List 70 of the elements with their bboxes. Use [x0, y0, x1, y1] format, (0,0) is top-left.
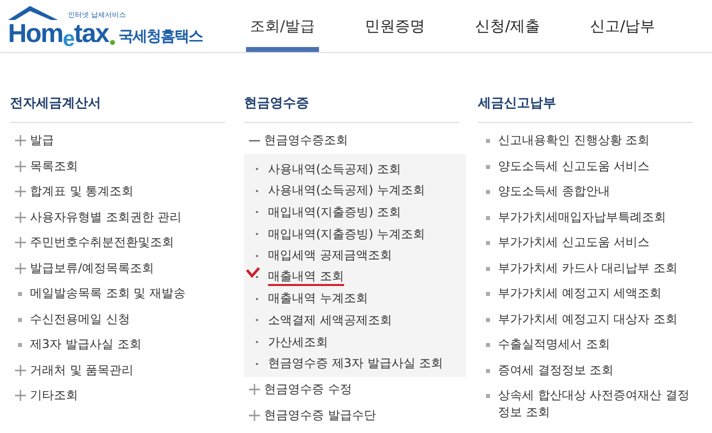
menu-link[interactable]: 현금영수증 발급수단 — [264, 406, 376, 424]
plus-icon — [14, 262, 26, 274]
menu-link[interactable]: 목록조회 — [30, 158, 78, 174]
menu-link[interactable]: 메일발송목록 조회 및 재발송 — [30, 285, 186, 302]
menu-link[interactable]: 부가가치세 예정고지 세액조회 — [498, 285, 662, 302]
menu-link[interactable]: 증여세 결정정보 조회 — [498, 362, 614, 378]
bullet-icon — [486, 318, 490, 322]
bullet-icon — [486, 216, 490, 220]
column-heading: 현금영수증 — [244, 95, 309, 113]
submenu-link[interactable]: 사용내역(소득공제) 조회 — [268, 160, 402, 178]
submenu-link[interactable]: 매입내역(지출증빙) 누계조회 — [268, 226, 426, 243]
plus-icon — [14, 160, 26, 172]
bullet-icon — [486, 139, 490, 143]
bullet-icon — [18, 292, 22, 296]
menu-link[interactable]: 사용자유형별 조회권한 관리 — [30, 208, 182, 226]
menu-link[interactable]: 발급 — [30, 132, 54, 149]
logo-name: 국세청홈택스 — [118, 27, 203, 46]
submenu-link[interactable]: 가산세조회 — [268, 334, 328, 351]
column-heading: 전자세금계산서 — [10, 95, 101, 113]
bullet-icon — [18, 318, 22, 322]
plus-icon — [248, 384, 260, 396]
menu-link[interactable]: 부가가치세매입자납부특례조회 — [498, 208, 666, 226]
submenu-link[interactable]: 매출내역 누계조회 — [268, 290, 368, 308]
plus-icon — [14, 186, 26, 197]
bullet-icon — [18, 343, 22, 347]
nav-tab[interactable]: 민원증명 — [361, 0, 430, 52]
bullet-icon — [486, 164, 490, 168]
menu-link[interactable]: 부가가치세 카드사 대리납부 조회 — [498, 260, 678, 276]
submenu-link[interactable]: 소액결제 세액공제조회 — [268, 312, 392, 329]
submenu-link[interactable]: 현금영수증 제3자 발급사실 조회 — [268, 355, 444, 372]
menu-link[interactable]: 양도소득세 종합안내 — [498, 183, 610, 200]
plus-icon — [14, 364, 26, 376]
plus-icon — [14, 237, 26, 248]
nav-tab[interactable]: 조회/발급 — [246, 0, 320, 52]
plus-icon — [14, 212, 26, 222]
menu-link[interactable]: 발급보류/예정목록조회 — [30, 260, 154, 276]
logo-wordmark: Hom$_{e}$tax — [8, 20, 109, 50]
menu-link[interactable]: 상속세 합산대상 사전증여재산 결정정보 조회 — [498, 387, 700, 421]
menu-link[interactable]: 부가가치세 예정고지 대상자 조회 — [498, 310, 678, 328]
menu-link[interactable]: 현금영수증조회 — [264, 132, 348, 149]
menu-link[interactable]: 현금영수증 수정 — [264, 381, 352, 398]
plus-icon — [248, 410, 260, 421]
menu-link[interactable]: 주민번호수취분전환및조회 — [30, 234, 174, 251]
submenu-link[interactable]: 매입세액 공제금액조회 — [268, 247, 392, 264]
bullet-icon — [486, 368, 490, 372]
menu-link[interactable]: 양도소득세 신고도움 서비스 — [498, 158, 650, 174]
minus-icon — [248, 140, 260, 142]
menu-link[interactable]: 제3자 발급사실 조회 — [30, 336, 142, 353]
menu-link[interactable]: 신고내용확인 진행상황 조회 — [498, 132, 650, 149]
bullet-icon — [486, 394, 490, 398]
bullet-icon — [486, 241, 490, 245]
nav-tab[interactable]: 신청/제출 — [471, 0, 544, 52]
column-heading: 세금신고납부 — [478, 95, 556, 113]
plus-icon — [14, 390, 26, 401]
nav-tab[interactable]: 신고/납부 — [586, 0, 660, 52]
menu-link[interactable]: 부가가치세 신고도움 서비스 — [498, 234, 650, 251]
menu-link[interactable]: 수신전용메일 신청 — [30, 310, 130, 328]
logo-dot-icon — [110, 40, 115, 45]
bullet-icon — [486, 343, 490, 347]
bullet-icon — [486, 266, 490, 270]
menu-link[interactable]: 기타조회 — [30, 387, 78, 404]
plus-icon — [14, 135, 26, 146]
menu-link[interactable]: 수출실적명세서 조회 — [498, 336, 610, 353]
menu-link[interactable]: 합계표 및 통계조회 — [30, 183, 134, 200]
submenu-link[interactable]: 사용내역(소득공제) 누계조회 — [268, 182, 426, 200]
bullet-icon — [486, 292, 490, 296]
bullet-icon — [486, 190, 490, 194]
submenu-link[interactable]: 매입내역(지출증빙) 조회 — [268, 204, 402, 221]
menu-link[interactable]: 거래처 및 품목관리 — [30, 362, 134, 378]
submenu-link[interactable]: 매출내역 조회 — [268, 268, 344, 286]
